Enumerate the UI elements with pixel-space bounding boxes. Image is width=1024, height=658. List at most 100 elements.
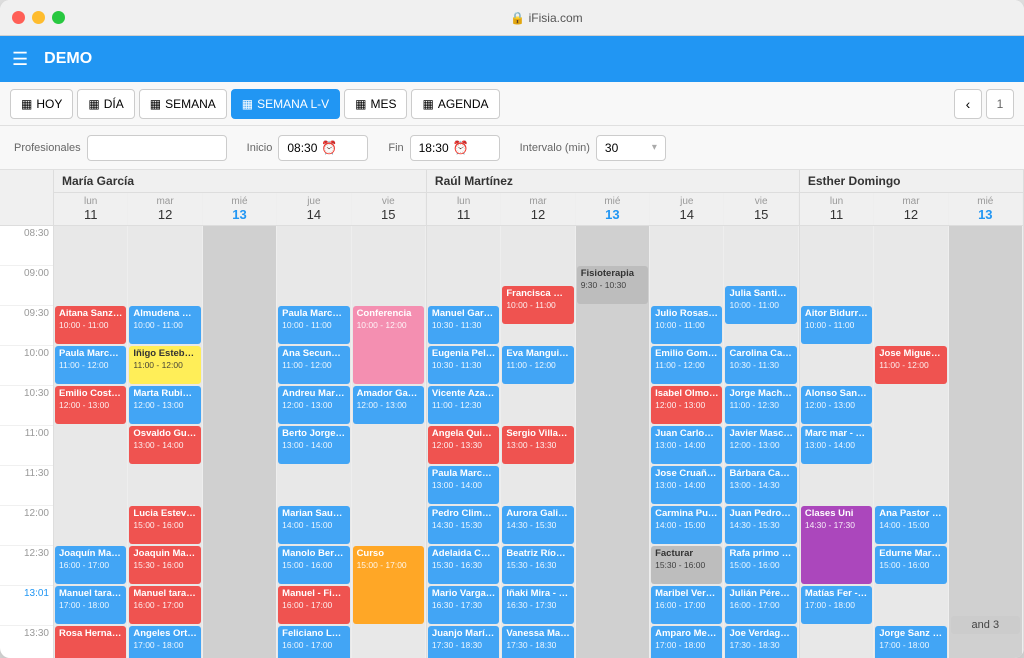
event-aurora-galiano[interactable]: Aurora Galiano - Fisioterapia 14:30 - 15… xyxy=(502,506,573,544)
event-manuel-taranco-2[interactable]: Manuel taranco - Fisioterapia 16:00 - 17… xyxy=(129,586,200,624)
day-mie-13-raul: mié13 xyxy=(576,193,650,225)
event-joe-verdaguer[interactable]: Joe Verdaguer Fisioterapia 17:30 - 18:30 xyxy=(725,626,796,658)
event-fisioterapia-header[interactable]: Fisioterapia 9:30 - 10:30 xyxy=(577,266,648,304)
time-1200: 12:00 xyxy=(0,506,53,546)
event-inaki-mira[interactable]: Iñaki Mira - Fisioterapia 16:30 - 17:30 xyxy=(502,586,573,624)
event-juanjo-marin[interactable]: Juanjo Marín - Fisioterapia 17:30 - 18:3… xyxy=(428,626,499,658)
event-beatriz-rios[interactable]: Beatriz Ríos - Fisioterapia 15:30 - 16:3… xyxy=(502,546,573,584)
event-jose-miguel-esther[interactable]: Jose Miguel - Fisioterapia 11:00 - 12:00 xyxy=(875,346,946,384)
event-mario-vargas[interactable]: Mario Vargas - Fisioterapia 16:30 - 17:3… xyxy=(428,586,499,624)
event-conferencia[interactable]: Conferencia 10:00 - 12:00 xyxy=(353,306,424,384)
event-osvaldo-gutierrez[interactable]: Osvaldo Gutierrez - Fisioterapia 13:00 -… xyxy=(129,426,200,464)
today-button[interactable]: ▦ HOY xyxy=(10,89,73,119)
event-jose-cruanes[interactable]: Jose Cruañes - fisioterapia 13:00 - 14:0… xyxy=(651,466,722,504)
event-amador-garcia[interactable]: Amador García - Fisioterapia 12:00 - 13:… xyxy=(353,386,424,424)
event-emilio-gomar[interactable]: Emilio Gomar - Fisioterapia 11:00 - 12:0… xyxy=(651,346,722,384)
event-julian-perez[interactable]: Julián Pérez - Fisioterapia 16:00 - 17:0… xyxy=(725,586,796,624)
event-javier-mascarell[interactable]: Javier Mascarell - Fisioterapia 12:00 - … xyxy=(725,426,796,464)
event-rafa-primo[interactable]: Rafa primo Fisioterapia 15:00 - 16:00 xyxy=(725,546,796,584)
event-manuel-tarancon[interactable]: Manuel tarancon - Fisioterapia 17:00 - 1… xyxy=(55,586,126,624)
event-rosa-hernandez[interactable]: Rosa Hernandez xyxy=(55,626,126,658)
filters-bar: Profesionales Inicio 08:30 ⏰ Fin 18:30 ⏰… xyxy=(0,126,1024,170)
agenda-button[interactable]: ▦ AGENDA xyxy=(411,89,499,119)
inicio-filter-group: Inicio 08:30 ⏰ xyxy=(247,135,369,161)
toolbar: ▦ HOY ▦ DÍA ▦ SEMANA ▦ SEMANA L-V ▦ MES … xyxy=(0,82,1024,126)
event-emilio-costa[interactable]: Emilio Costa - Fisioterapia 12:00 - 13:0… xyxy=(55,386,126,424)
event-matias-fer[interactable]: Matías Fer - Fisioterapia 17:00 - 18:00 xyxy=(801,586,872,624)
event-aitana-sanz[interactable]: Aitana Sanz - Fisioterapia 10:00 - 11:00 xyxy=(55,306,126,344)
event-angeles-ortiz[interactable]: Angeles Ortiz - Fisioterapia 17:00 - 18:… xyxy=(129,626,200,658)
event-alonso-sanz[interactable]: Alonso Sanz - Fisioterapia 12:00 - 13:00 xyxy=(801,386,872,424)
day-button[interactable]: ▦ DÍA xyxy=(77,89,134,119)
day-mie-13-esther: mié13 xyxy=(949,193,1023,225)
raul-jue-14: Julio Rosas - Fisioterapia 10:00 - 11:00… xyxy=(650,226,724,658)
prof-filter-group: Profesionales xyxy=(14,135,227,161)
event-maribel-verdu[interactable]: Maribel Verdú - Fisioterapia 16:00 - 17:… xyxy=(651,586,722,624)
event-amparo-merino[interactable]: Amparo Merino - Fisioterapia 17:00 - 18:… xyxy=(651,626,722,658)
day-lun-11-raul: lun11 xyxy=(427,193,501,225)
event-joaquin-martinez-2[interactable]: Joaquin Martínez - Fisioterapia 15:30 - … xyxy=(129,546,200,584)
prev-arrow[interactable]: ‹ xyxy=(954,89,982,119)
menu-icon[interactable]: ☰ xyxy=(12,49,28,70)
event-paula-marcos-2[interactable]: Paula Marcos - Fisioterapia 10:00 - 11:0… xyxy=(278,306,349,344)
event-jorge-sanz[interactable]: Jorge Sanz - Fisioterapia 17:00 - 18:00 xyxy=(875,626,946,658)
event-curso[interactable]: Curso 15:00 - 17:00 xyxy=(353,546,424,624)
event-manuel-2[interactable]: Manuel - Fisioterapia 16:00 - 17:00 xyxy=(278,586,349,624)
event-paula-marcos-3[interactable]: Paula Marcos - Fisioterapia 13:00 - 14:0… xyxy=(428,466,499,504)
minimize-button[interactable] xyxy=(32,11,45,24)
event-vanessa-martinez[interactable]: Vanessa Martínez - Fisioterapia 17:30 - … xyxy=(502,626,573,658)
event-feliciano-lopez[interactable]: Feliciano Lopez - Fisioterapia 16:00 - 1… xyxy=(278,626,349,658)
event-ana-pastor[interactable]: Ana Pastor - Fisioterapia 14:00 - 15:00 xyxy=(875,506,946,544)
event-eva-manguin[interactable]: Eva Manguin - Fisioterapia 11:00 - 12:00 xyxy=(502,346,573,384)
event-clases-uni[interactable]: Clases Uni 14:30 - 17:30 xyxy=(801,506,872,584)
close-button[interactable] xyxy=(12,11,25,24)
event-berto-jorge[interactable]: Berto Jorge - Fisioterapia 13:00 - 14:00 xyxy=(278,426,349,464)
event-julio-rosas[interactable]: Julio Rosas - Fisioterapia 10:00 - 11:00 xyxy=(651,306,722,344)
event-andreu-mari[interactable]: Andreu Marí - Fisioterapia 12:00 - 13:00 xyxy=(278,386,349,424)
event-adelaida-campos[interactable]: Adelaida Campos - Fisioterapia 15:30 - 1… xyxy=(428,546,499,584)
event-almudena-feliz[interactable]: Almudena Feliz - Fisioterapia 10:00 - 11… xyxy=(129,306,200,344)
event-ana-secundino[interactable]: Ana Secundino - Fisioterapia 11:00 - 12:… xyxy=(278,346,349,384)
week-lv-button[interactable]: ▦ SEMANA L-V xyxy=(231,89,340,119)
chevron-down-icon: ▾ xyxy=(652,142,657,153)
inicio-value: 08:30 xyxy=(287,141,317,155)
event-edurne-mar[interactable]: Edurne Mar - Fisioterapia 15:00 - 16:00 xyxy=(875,546,946,584)
event-carmina-puig[interactable]: Carmina Puig - Fisioterapia 14:00 - 15:0… xyxy=(651,506,722,544)
event-juan-pedro[interactable]: Juan Pedro - Fisioterapia 14:30 - 15:30 xyxy=(725,506,796,544)
traffic-lights xyxy=(12,11,65,24)
event-inigo-esteban[interactable]: Iñigo Esteban - Fisioterapia 11:00 - 12:… xyxy=(129,346,200,384)
event-carolina-cano[interactable]: Carolina Cano - Fisioterapia 10:30 - 11:… xyxy=(725,346,796,384)
event-manolo-berta[interactable]: Manolo Berta - Fisioterapia 15:00 - 16:0… xyxy=(278,546,349,584)
event-paula-marcos-1[interactable]: Paula Marcos - Fisioterapia 11:00 - 12:0… xyxy=(55,346,126,384)
month-button[interactable]: ▦ MES xyxy=(344,89,407,119)
maximize-button[interactable] xyxy=(52,11,65,24)
event-angela-quintas[interactable]: Angela Quintas - Fisioterapia 12:00 - 13… xyxy=(428,426,499,464)
event-marian-saurina[interactable]: Marian Saurina - Fisioterapia 14:00 - 15… xyxy=(278,506,349,544)
day-icon: ▦ xyxy=(88,97,99,111)
event-barbara-carriedo[interactable]: Bárbara Carriedo - Fisioterapia 13:00 - … xyxy=(725,466,796,504)
event-isabel-olmos[interactable]: Isabel Olmos - Fisioterapia 12:00 - 13:0… xyxy=(651,386,722,424)
next-arrow[interactable]: 1 xyxy=(986,89,1014,119)
prof-input[interactable] xyxy=(87,135,227,161)
event-facturar[interactable]: Facturar 15:30 - 16:00 xyxy=(651,546,722,584)
event-pedro-climent[interactable]: Pedro Climent Ferri - Fisioterapia 14:30… xyxy=(428,506,499,544)
event-lucia-esteve[interactable]: Lucia Esteve - Fisioterapia 15:00 - 16:0… xyxy=(129,506,200,544)
event-manuel-garcia[interactable]: Manuel García - Fisioterapia 10:30 - 11:… xyxy=(428,306,499,344)
event-julia-santimoteo[interactable]: Julia Santimoteo - Fisioterapia 10:00 - … xyxy=(725,286,796,324)
week-button[interactable]: ▦ SEMANA xyxy=(139,89,227,119)
inicio-time[interactable]: 08:30 ⏰ xyxy=(278,135,368,161)
event-jorge-machi[interactable]: Jorge Machí Fisioterapia 11:00 - 12:30 xyxy=(725,386,796,424)
event-joaquin-martinez-1[interactable]: Joaquín Martínez - Fisioterapia 16:00 - … xyxy=(55,546,126,584)
intervalo-select[interactable]: 30 ▾ xyxy=(596,135,666,161)
event-juan-carlos-perez[interactable]: Juan Carlos Pérez - Fisioterapia 13:00 -… xyxy=(651,426,722,464)
week-lv-icon: ▦ xyxy=(242,97,253,111)
event-vicente-azara[interactable]: Vicente Azara - Fisioterapia 11:00 - 12:… xyxy=(428,386,499,424)
event-francisca-garcia[interactable]: Francisca García - Fisioterapia 10:00 - … xyxy=(502,286,573,324)
event-aitor-bidurreta[interactable]: Aitor Bidurreta - Fisioterapia 10:00 - 1… xyxy=(801,306,872,344)
event-sergio-vilamon[interactable]: Sergio Villamon - Fisioterapia 13:00 - 1… xyxy=(502,426,573,464)
event-marc-mar[interactable]: Marc mar - Fisioterapia 13:00 - 14:00 xyxy=(801,426,872,464)
event-marta-rubiales[interactable]: Marta Rubiales - Fisioterapia 12:00 - 13… xyxy=(129,386,200,424)
event-eugenia-pellicer[interactable]: Eugenia Pellicer - Fisioterapia 10:30 - … xyxy=(428,346,499,384)
fin-time[interactable]: 18:30 ⏰ xyxy=(410,135,500,161)
prof-name-maria: María García xyxy=(54,170,426,193)
